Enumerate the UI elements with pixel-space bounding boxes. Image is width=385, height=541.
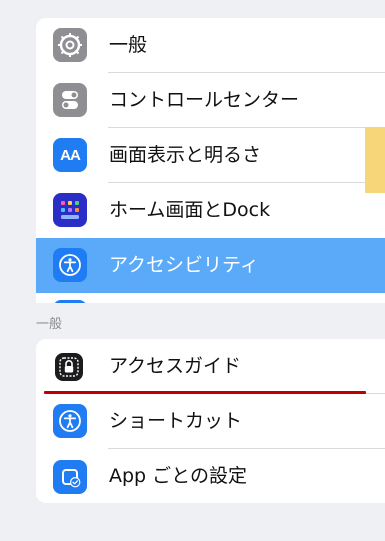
highlight-tab [365, 127, 385, 193]
list-item-label: ショートカット [109, 410, 243, 432]
text-size-icon: AA [53, 138, 87, 172]
settings-screen: 一般 コントロールセンター AA 画面表示と明るさ ホーム画面とDock アクセ… [0, 0, 385, 541]
sidebar-item-partial[interactable] [36, 293, 385, 303]
sidebar-item-control-center[interactable]: コントロールセンター [36, 73, 385, 128]
app-grid-icon [53, 193, 87, 227]
list-item-label: アクセスガイド [109, 355, 242, 377]
sidebar-item-label: 画面表示と明るさ [109, 144, 262, 166]
gear-icon [53, 28, 87, 62]
settings-sidebar-list: 一般 コントロールセンター AA 画面表示と明るさ ホーム画面とDock アクセ… [36, 18, 385, 303]
sidebar-item-label: アクセシビリティ [109, 254, 259, 276]
accessibility-icon [53, 404, 87, 438]
partial-icon [53, 300, 87, 303]
accessibility-icon [53, 248, 87, 282]
list-item-guided-access[interactable]: アクセスガイド [36, 339, 385, 394]
toggle-icon [53, 83, 87, 117]
accessibility-general-list: アクセスガイド ショートカット App ごとの設定 [36, 339, 385, 503]
list-item-per-app-settings[interactable]: App ごとの設定 [36, 449, 385, 503]
section-header: 一般 [36, 317, 63, 332]
app-settings-icon [53, 460, 87, 494]
sidebar-item-label: 一般 [109, 34, 148, 56]
text-size-icon-glyph: AA [60, 146, 81, 164]
annotation-underline [44, 391, 366, 394]
sidebar-item-label: ホーム画面とDock [109, 199, 271, 221]
list-item-label: App ごとの設定 [109, 465, 247, 487]
sidebar-item-home-screen-dock[interactable]: ホーム画面とDock [36, 183, 385, 238]
sidebar-item-label: コントロールセンター [109, 89, 300, 111]
sidebar-item-display-brightness[interactable]: AA 画面表示と明るさ [36, 128, 385, 183]
sidebar-item-accessibility[interactable]: アクセシビリティ [36, 238, 385, 293]
sidebar-item-general[interactable]: 一般 [36, 18, 385, 73]
lock-icon [55, 353, 83, 381]
list-item-shortcut[interactable]: ショートカット [36, 394, 385, 449]
